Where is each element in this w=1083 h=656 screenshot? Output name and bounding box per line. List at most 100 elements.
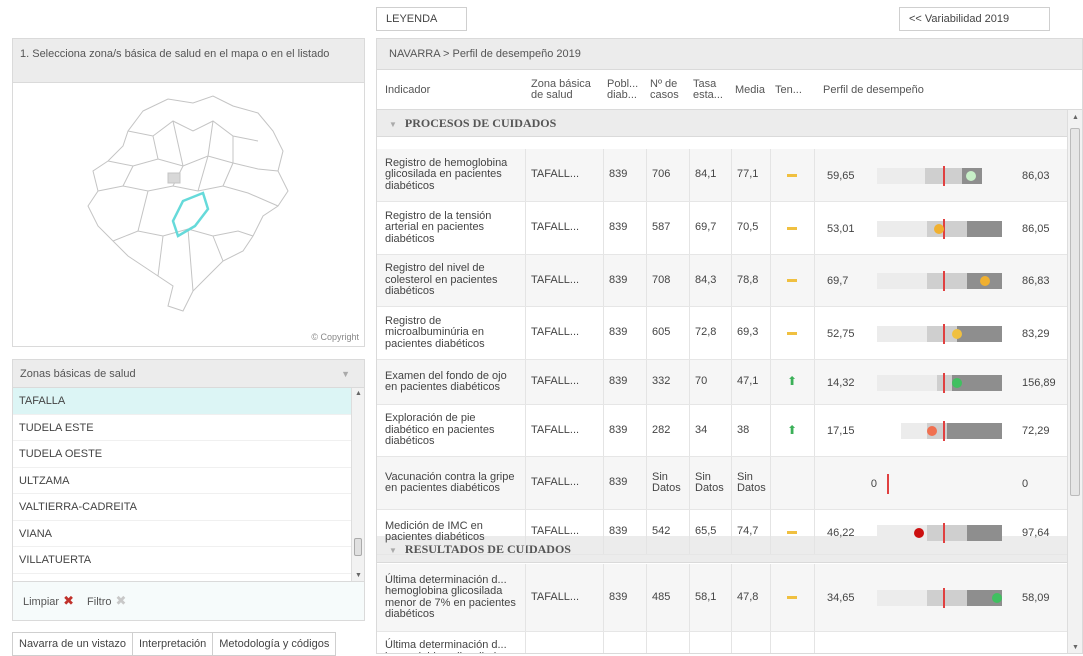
table-row[interactable]: Exploración de pie diabético en paciente…	[377, 405, 1067, 457]
zone-value-dot[interactable]	[952, 328, 962, 339]
breadcrumb: NAVARRA > Perfil de desempeño 2019	[377, 39, 1082, 70]
table-row[interactable]: Registro de la tensión arterial en pacie…	[377, 202, 1067, 255]
profile-interquartile-bar	[927, 220, 967, 237]
column-divider	[646, 405, 647, 456]
zone-item[interactable]: TUDELA ESTE	[13, 415, 351, 441]
col-cases[interactable]: Nº de casos	[650, 70, 686, 110]
column-divider	[814, 149, 815, 201]
zone-item[interactable]: ULTZAMA	[13, 468, 351, 494]
navarra-map[interactable]	[73, 91, 303, 319]
trend-equal-icon	[787, 226, 797, 230]
rate-cell: 72,8	[695, 326, 717, 339]
tab-interpretation[interactable]: Interpretación	[132, 632, 213, 656]
rate-cell: 65,5	[695, 525, 717, 538]
clear-x-icon[interactable]: ✖	[63, 593, 74, 608]
trend-cell	[787, 632, 807, 653]
table-row[interactable]: Registro del nivel de colesterol en paci…	[377, 255, 1067, 307]
tab-methodology[interactable]: Metodología y códigos	[212, 632, 337, 656]
cases-cell: 605	[652, 326, 671, 339]
column-divider	[603, 405, 604, 456]
indicator-cell: Medición de IMC en pacientes diabéticos	[385, 519, 485, 543]
column-divider	[689, 360, 690, 404]
col-rate[interactable]: Tasa esta...	[693, 70, 729, 110]
column-divider	[646, 307, 647, 359]
cases-cell: 708	[652, 273, 671, 286]
profile-upper-bar	[957, 325, 1002, 342]
scroll-thumb[interactable]	[1070, 128, 1080, 496]
zone-value-dot[interactable]	[992, 593, 1002, 603]
collapse-triangle-icon[interactable]: ▼	[389, 120, 397, 129]
zone-value-dot[interactable]	[980, 276, 990, 286]
scroll-up-icon[interactable]: ▲	[355, 390, 362, 397]
zone-cell: TAFALL...	[531, 273, 580, 286]
mean-cell	[737, 632, 773, 653]
section-header[interactable]: ▼ PROCESOS DE CUIDADOS	[377, 110, 1067, 137]
column-divider	[603, 149, 604, 201]
rate-cell: Sin Datos	[695, 470, 724, 494]
clear-label[interactable]: Limpiar	[23, 596, 59, 608]
col-zone[interactable]: Zona básica de salud	[531, 70, 601, 110]
zone-item[interactable]: TAFALLA	[13, 388, 351, 415]
profile-max-value: 0	[1022, 477, 1029, 490]
zone-item[interactable]: VIANA	[13, 521, 351, 547]
filter-label[interactable]: Filtro	[87, 596, 111, 608]
zone-cell: TAFALL...	[531, 326, 580, 339]
variability-button[interactable]: << Variabilidad 2019	[899, 7, 1050, 31]
navarra-mean-marker	[887, 473, 889, 494]
population-cell: 839	[609, 375, 628, 388]
zones-dropdown[interactable]: Zonas básicas de salud ▼	[13, 360, 364, 388]
column-divider	[731, 307, 732, 359]
column-divider	[689, 457, 690, 509]
col-profile[interactable]: Perfil de desempeño	[823, 70, 1023, 110]
profile-max-value: 97,64	[1022, 526, 1050, 539]
tab-navarra-overview[interactable]: Navarra de un vistazo	[12, 632, 132, 656]
profile-min-value: 46,22	[827, 526, 855, 539]
filter-x-icon[interactable]: ✖	[116, 593, 127, 608]
trend-cell	[787, 564, 807, 631]
zone-item[interactable]: VALTIERRA-CADREITA	[13, 494, 351, 521]
table-scrollbar[interactable]: ▲ ▼	[1067, 110, 1082, 653]
cases-cell: Sin Datos	[652, 470, 681, 494]
legend-button[interactable]: LEYENDA	[376, 7, 467, 31]
zone-item[interactable]: TUDELA OESTE	[13, 441, 351, 468]
cases-cell: 706	[652, 168, 671, 181]
rate-cell: 58,1	[695, 590, 717, 603]
column-divider	[525, 255, 526, 306]
table-row[interactable]: Examen del fondo de ojo en pacientes dia…	[377, 360, 1067, 405]
col-mean[interactable]: Media	[735, 70, 771, 110]
column-divider	[646, 510, 647, 554]
scroll-down-icon[interactable]: ▼	[355, 572, 362, 579]
scroll-up-icon[interactable]: ▲	[1072, 114, 1079, 121]
zone-item[interactable]: VILLATUERTA	[13, 547, 351, 574]
zone-value-dot[interactable]	[934, 223, 944, 234]
col-trend[interactable]: Ten...	[775, 70, 811, 110]
profile-interquartile-bar	[927, 273, 967, 289]
scroll-down-icon[interactable]: ▼	[1072, 644, 1079, 651]
col-indicator[interactable]: Indicador	[385, 70, 525, 110]
zone-value-dot[interactable]	[952, 377, 962, 388]
scroll-thumb[interactable]	[354, 538, 362, 556]
trend-equal-icon	[787, 530, 797, 534]
column-divider	[689, 202, 690, 254]
mean-cell: 47,1	[737, 375, 759, 388]
column-divider	[814, 510, 815, 554]
zone-value-dot[interactable]	[914, 527, 924, 538]
zone-value-dot[interactable]	[927, 426, 937, 436]
population-cell: 839	[609, 273, 628, 286]
col-population[interactable]: Pobl... diab...	[607, 70, 643, 110]
column-divider	[814, 202, 815, 254]
profile-min-value: 34,65	[827, 592, 855, 604]
cases-cell: 542	[652, 525, 671, 538]
table-row[interactable]: Última determinación d... hemoglobina gl…	[377, 632, 1067, 653]
profile-min-value: 59,65	[827, 169, 855, 182]
table-row[interactable]: Registro de microalbuminúria en paciente…	[377, 307, 1067, 360]
table-row[interactable]: Medición de IMC en pacientes diabéticos T…	[377, 510, 1067, 555]
zone-value-dot[interactable]	[966, 170, 976, 181]
table-row[interactable]: Registro de hemoglobina glicosilada en p…	[377, 149, 1067, 202]
column-divider	[646, 457, 647, 509]
table-row[interactable]: Última determinación d... hemoglobina gl…	[377, 564, 1067, 632]
indicator-cell: Vacunación contra la gripe en pacientes …	[385, 470, 515, 494]
rate-cell: 84,1	[695, 168, 717, 181]
table-row[interactable]: Vacunación contra la gripe en pacientes …	[377, 457, 1067, 510]
zones-scrollbar[interactable]: ▲ ▼	[351, 388, 364, 581]
